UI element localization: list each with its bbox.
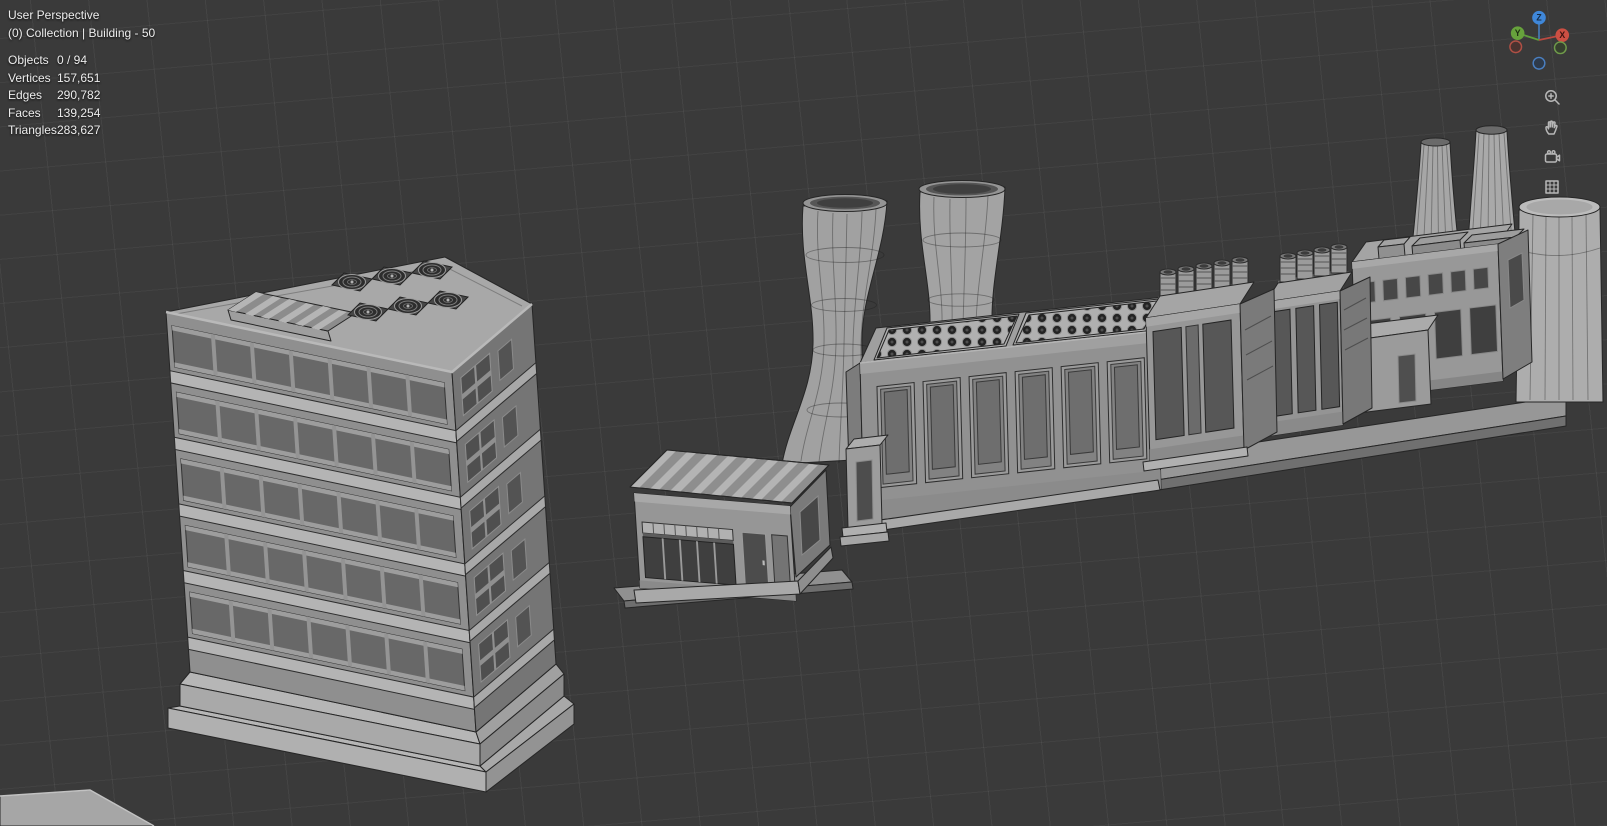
hand-icon [1545,120,1558,135]
gizmo-axis-y[interactable]: Y [1510,26,1525,40]
scene-statistics: Objects 0 / 94 Vertices 157,651 Edges 29… [8,52,155,140]
model-shop-kiosk[interactable] [630,450,833,603]
navigation-gizmo[interactable]: Z Y X [1507,8,1571,72]
stat-triangles: Triangles 283,627 [8,123,101,137]
magnifier-plus-icon [1545,90,1560,105]
stat-edges: Edges 290,782 [8,88,101,102]
stat-faces: Faces 139,254 [8,105,101,120]
model-vent-building-front[interactable] [1143,257,1277,471]
toggle-projection-button[interactable] [1541,176,1563,198]
model-power-station[interactable] [1352,125,1532,413]
gizmo-axis-z[interactable]: Z [1532,10,1546,25]
move-view-button[interactable] [1541,116,1563,138]
gizmo-axis-x[interactable]: X [1555,28,1570,42]
view-perspective-label: User Perspective [8,8,100,22]
camera-view-button[interactable] [1541,146,1563,168]
model-office-building[interactable] [166,257,574,826]
camera-icon [1544,150,1561,163]
viewport-side-toolbar [1541,86,1563,198]
zoom-button[interactable] [1541,86,1563,108]
stat-vertices: Vertices 157,651 [8,70,101,85]
collection-label: (0) Collection | Building - 50 [8,26,156,40]
gizmo-axis-z-neg[interactable] [1532,56,1546,70]
gizmo-axis-x-neg[interactable] [1509,40,1523,54]
model-platform-corner[interactable] [0,789,155,826]
svg-text:Y: Y [1515,28,1521,38]
grid-icon [1545,180,1559,194]
stat-objects: Objects 0 / 94 [8,53,88,67]
model-factory-hall[interactable] [840,296,1173,546]
viewport-overlay-text: User Perspective (0) Collection | Buildi… [8,6,155,140]
gizmo-axis-y-neg[interactable] [1553,41,1567,55]
svg-text:X: X [1559,30,1565,40]
3d-viewport[interactable]: User Perspective (0) Collection | Buildi… [0,0,1607,826]
svg-text:Z: Z [1536,13,1542,23]
scene-canvas[interactable] [0,0,1607,826]
